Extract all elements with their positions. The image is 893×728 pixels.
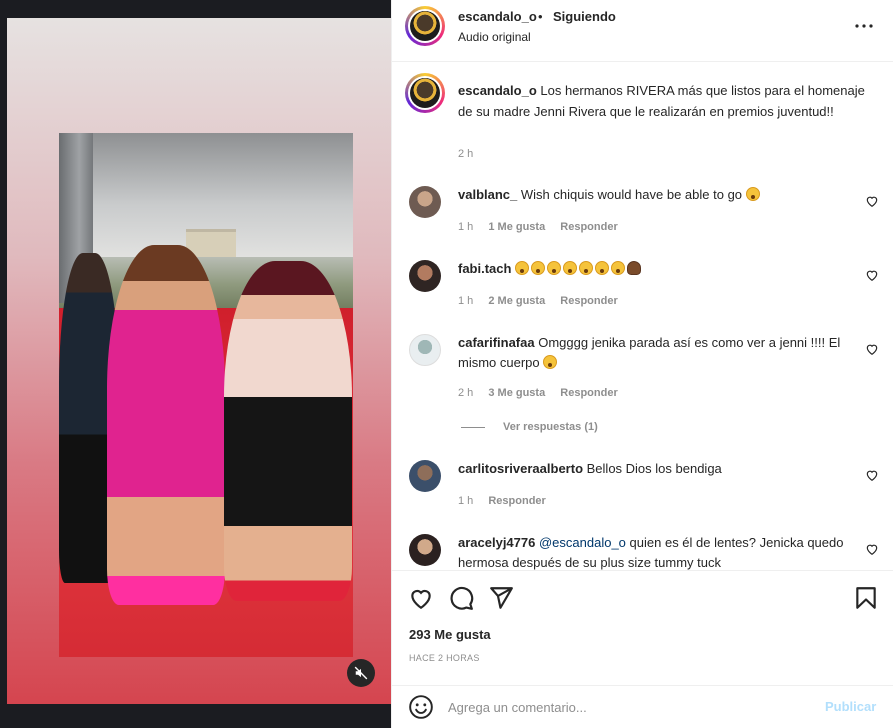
- mute-toggle-button[interactable]: [347, 659, 375, 687]
- emoji-picker-icon[interactable]: [408, 694, 434, 720]
- comment-bubble-icon[interactable]: [448, 585, 474, 611]
- share-send-icon[interactable]: [488, 585, 514, 611]
- save-bookmark-icon[interactable]: [853, 585, 879, 611]
- speaker-muted-icon: [354, 666, 368, 680]
- video-person-black-dress: [224, 261, 352, 601]
- video-player[interactable]: [59, 133, 353, 657]
- comment-avatar[interactable]: [409, 534, 441, 566]
- video-person-pink-dress: [107, 245, 225, 605]
- post-actions-bar: 293 Me gusta HACE 2 HORAS: [392, 570, 893, 685]
- add-comment-bar: Publicar: [392, 685, 893, 728]
- publish-button[interactable]: Publicar: [825, 699, 876, 714]
- comment-username[interactable]: aracelyj4776: [458, 535, 535, 550]
- comment-item: aracelyj4776 @escandalo_o quien es él de…: [392, 0, 893, 570]
- post-timestamp: HACE 2 HORAS: [409, 653, 480, 663]
- post-details-panel: escandalo_o • Siguiendo Audio original e…: [391, 0, 893, 728]
- post-media[interactable]: [0, 0, 391, 728]
- comment-input[interactable]: [448, 697, 808, 717]
- like-heart-icon[interactable]: [408, 585, 434, 611]
- likes-count[interactable]: 293 Me gusta: [409, 627, 491, 642]
- like-comment-heart-icon[interactable]: [865, 542, 879, 556]
- comment-mention-link[interactable]: @escandalo_o: [539, 535, 626, 550]
